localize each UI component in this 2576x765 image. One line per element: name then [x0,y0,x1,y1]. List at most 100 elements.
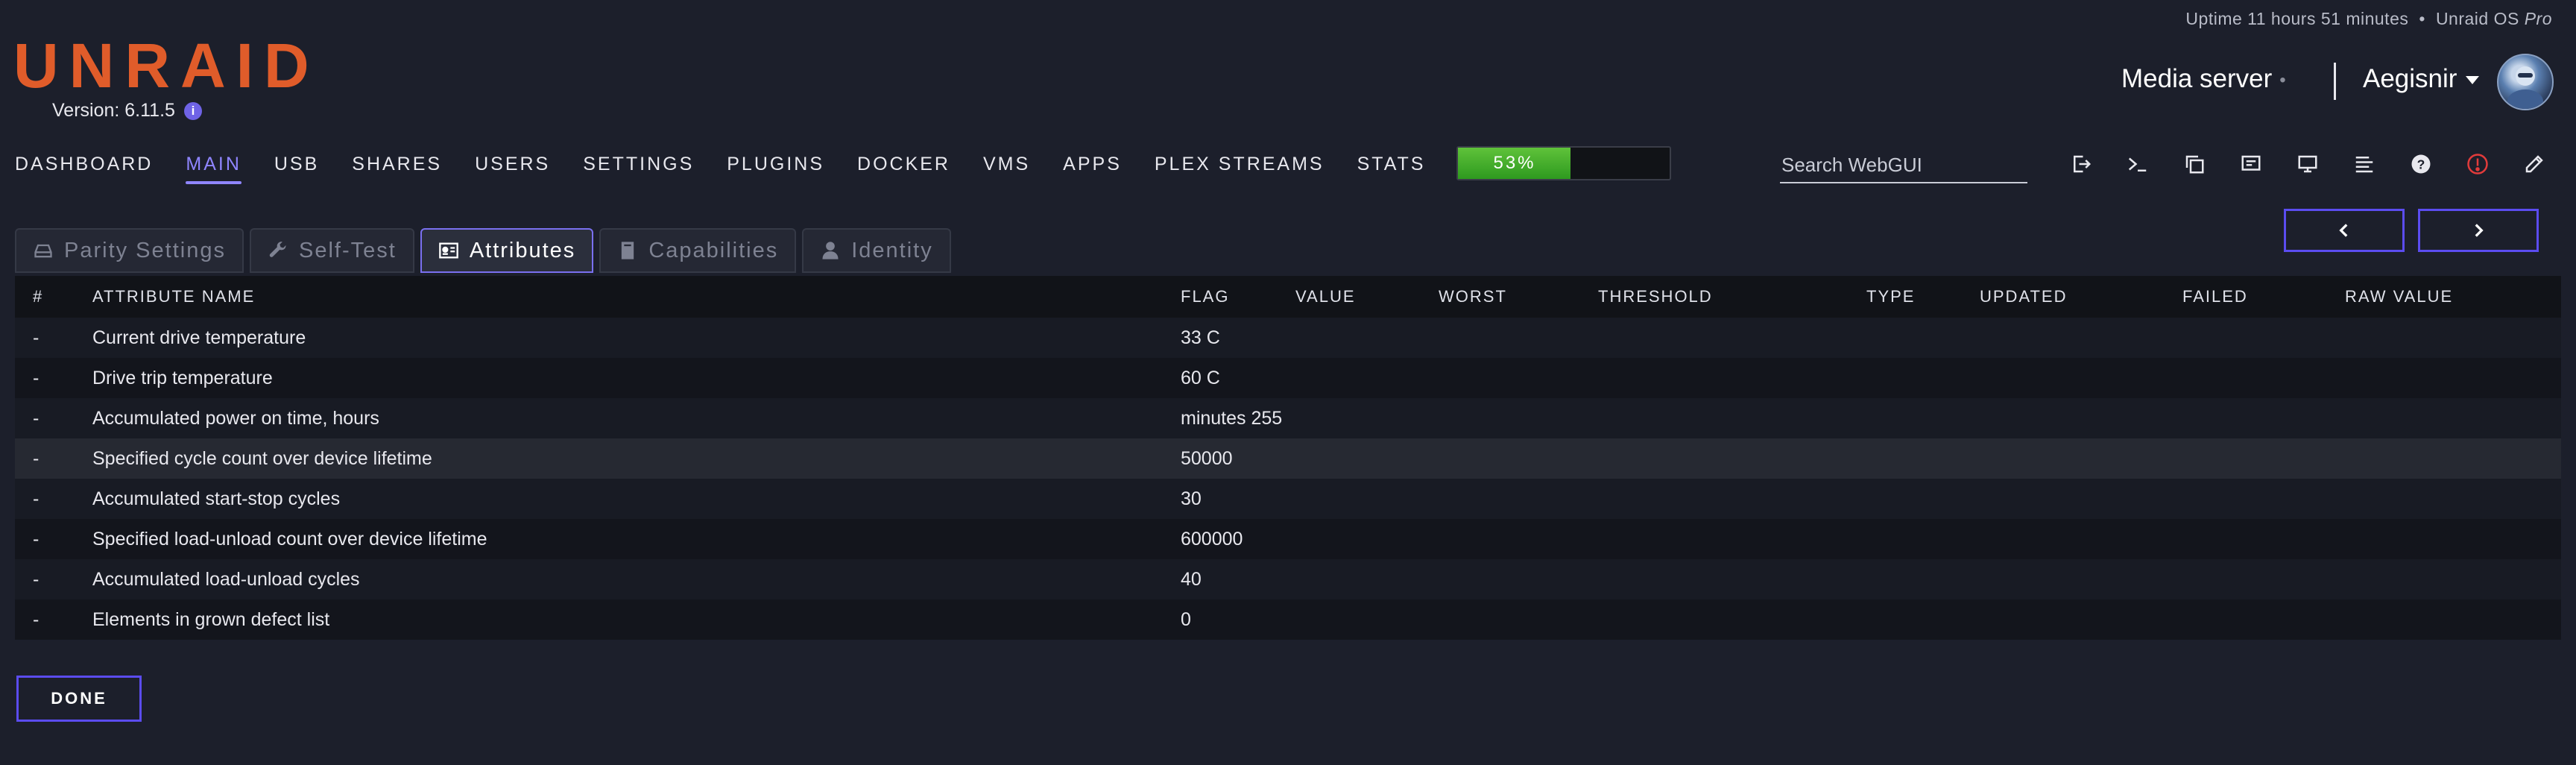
table-cell: 0 [1181,608,1191,630]
table-cell: - [33,608,40,630]
username: Aegisnir [2363,64,2457,93]
status-separator: • [2419,9,2425,28]
nav-item-plex-streams[interactable]: PLEX STREAMS [1155,154,1325,181]
logout-icon[interactable] [2066,149,2096,179]
nav-item-usb[interactable]: USB [274,154,319,181]
table-header: # ATTRIBUTE NAME FLAG VALUE WORST THRESHOLD TY… [15,276,2561,318]
os-name: Unraid OS [2435,9,2519,28]
column-header: FAILED [2182,287,2248,306]
table-cell: - [33,447,40,469]
os-edition: Pro [2524,9,2552,28]
nav-item-stats[interactable]: STATS [1357,154,1426,181]
table-cell: 33 C [1181,327,1220,348]
tab-parity-settings[interactable]: Parity Settings [15,228,244,273]
column-header: ATTRIBUTE NAME [92,287,256,306]
column-header: THRESHOLD [1598,287,1713,306]
table-row[interactable]: - Accumulated start-stop cycles 30 [15,479,2561,519]
usage-percent: 53% [1493,153,1536,173]
nav-item-docker[interactable]: DOCKER [857,154,950,181]
done-button[interactable]: DONE [16,676,142,722]
chevron-right-icon [2475,224,2484,237]
device-tabs: Parity Settings Self-Test Attributes Cap… [15,228,951,273]
table-cell: - [33,407,40,429]
table-cell: 40 [1181,568,1202,590]
attributes-table: # ATTRIBUTE NAME FLAG VALUE WORST THRESHOLD TY… [15,276,2561,640]
nav-item-vms[interactable]: VMS [983,154,1030,181]
array-usage-bar: 53% [1456,146,1671,180]
column-header: RAW VALUE [2345,287,2454,306]
table-cell: - [33,367,40,388]
tab-attributes[interactable]: Attributes [420,228,594,273]
tab-label: Attributes [469,238,576,262]
previous-device-button[interactable] [2284,209,2405,252]
nav-item-dashboard[interactable]: DASHBOARD [15,154,153,181]
table-cell: Elements in grown defect list [92,608,330,630]
table-cell: Specified load-unload count over device … [92,528,487,550]
column-header: TYPE [1866,287,1916,306]
table-cell: Accumulated load-unload cycles [92,568,360,590]
version-text: Version: 6.11.5 [52,100,175,121]
main-nav: DASHBOARD MAIN USB SHARES USERS SETTINGS PLUGI… [15,154,1565,184]
uptime-text: Uptime 11 hours 51 minutes [2185,9,2409,28]
user-icon [822,242,839,259]
version-label: Version: 6.11.5 i [52,100,202,122]
table-cell: Accumulated power on time, hours [92,407,379,429]
table-row[interactable]: - Accumulated power on time, hours minutes… [15,398,2561,438]
svg-text:?: ? [2417,157,2425,171]
nav-item-main[interactable]: MAIN [186,154,242,184]
id-card-icon [438,242,458,259]
table-cell: - [33,568,40,590]
table-row[interactable]: - Drive trip temperature 60 C [15,358,2561,398]
column-header: # [33,287,44,306]
tab-capabilities[interactable]: Capabilities [599,228,797,273]
help-icon[interactable]: ? [2406,149,2436,179]
table-row[interactable]: - Specified load-unload count over device… [15,519,2561,559]
nav-item-shares[interactable]: SHARES [352,154,442,181]
nav-item-users[interactable]: USERS [475,154,550,181]
uptime-status: Uptime 11 hours 51 minutes • Unraid OS Pro [2185,9,2552,29]
table-cell: Drive trip temperature [92,367,273,388]
table-cell: Current drive temperature [92,327,306,348]
table-row[interactable]: - Specified cycle count over device lifet… [15,438,2561,479]
monitor-icon[interactable] [2293,149,2323,179]
tab-identity[interactable]: Identity [802,228,951,273]
nav-item-plugins[interactable]: PLUGINS [727,154,824,181]
copy-icon[interactable] [2179,149,2209,179]
unraid-logo[interactable]: UNRAID [13,34,320,97]
user-menu[interactable]: Aegisnir [2363,64,2480,94]
server-name[interactable]: Media server • [2121,64,2286,94]
feedback-icon[interactable] [2236,149,2266,179]
nav-item-apps[interactable]: APPS [1063,154,1122,181]
info-icon[interactable]: i [183,102,202,121]
table-cell: 600000 [1181,528,1243,550]
alert-icon[interactable] [2463,149,2493,179]
column-header: FLAG [1181,287,1230,306]
tab-self-test[interactable]: Self-Test [249,228,414,273]
drive-icon [34,244,52,258]
server-name-text: Media server [2121,64,2273,93]
book-icon [622,242,634,259]
search-box [1780,146,2030,183]
table-cell: Specified cycle count over device lifeti… [92,447,432,469]
chevron-down-icon [2466,76,2480,85]
table-cell: - [33,528,40,550]
table-row[interactable]: - Current drive temperature 33 C [15,318,2561,358]
next-device-button[interactable] [2418,209,2539,252]
tab-label: Identity [851,238,933,262]
table-row[interactable]: - Accumulated load-unload cycles 40 [15,559,2561,599]
avatar[interactable] [2497,54,2554,110]
nav-item-settings[interactable]: SETTINGS [583,154,694,181]
column-header: UPDATED [1980,287,2068,306]
search-input[interactable] [1780,146,2030,183]
column-header: VALUE [1295,287,1356,306]
table-cell: 50000 [1181,447,1233,469]
table-row[interactable]: - Elements in grown defect list 0 [15,599,2561,640]
table-cell: Accumulated start-stop cycles [92,488,341,509]
log-icon[interactable] [2349,149,2379,179]
table-cell: 60 C [1181,367,1220,388]
edit-icon[interactable] [2519,149,2549,179]
wrench-icon [269,242,286,257]
tab-label: Capabilities [648,238,779,262]
terminal-icon[interactable] [2123,149,2153,179]
table-cell: - [33,488,40,509]
